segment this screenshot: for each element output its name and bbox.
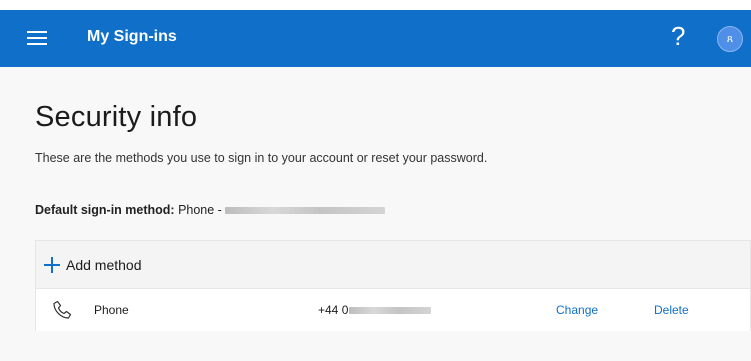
default-sign-in-method: Default sign-in method: Phone -: [35, 203, 386, 217]
default-method-value: Phone -: [178, 203, 222, 217]
add-method-button[interactable]: Add method: [36, 241, 750, 289]
phone-icon: [51, 299, 73, 321]
method-name: Phone: [94, 303, 129, 317]
main-content: Security info These are the methods you …: [0, 67, 751, 361]
top-bar: My Sign-ins ? ጸ: [0, 10, 751, 67]
phone-number-prefix: +44 0: [318, 303, 349, 317]
plus-icon: [44, 257, 60, 273]
redacted-phone-number: [225, 207, 386, 215]
avatar[interactable]: ጸ: [717, 26, 743, 52]
method-phone-number: +44 0: [318, 303, 432, 317]
hamburger-menu-icon[interactable]: [27, 30, 47, 46]
page-title: Security info: [35, 101, 198, 133]
change-button[interactable]: Change: [556, 303, 598, 317]
app-title[interactable]: My Sign-ins: [87, 28, 177, 46]
delete-button[interactable]: Delete: [654, 303, 689, 317]
default-method-label: Default sign-in method:: [35, 203, 175, 217]
redacted-phone-digits: [349, 307, 432, 315]
method-row: Phone +44 0 Change Delete: [36, 290, 750, 331]
help-icon[interactable]: ?: [671, 21, 685, 51]
add-method-label: Add method: [66, 257, 142, 273]
methods-list: Add method Phone +44 0 Change Delete: [35, 240, 751, 331]
page-subtitle: These are the methods you use to sign in…: [35, 151, 488, 165]
